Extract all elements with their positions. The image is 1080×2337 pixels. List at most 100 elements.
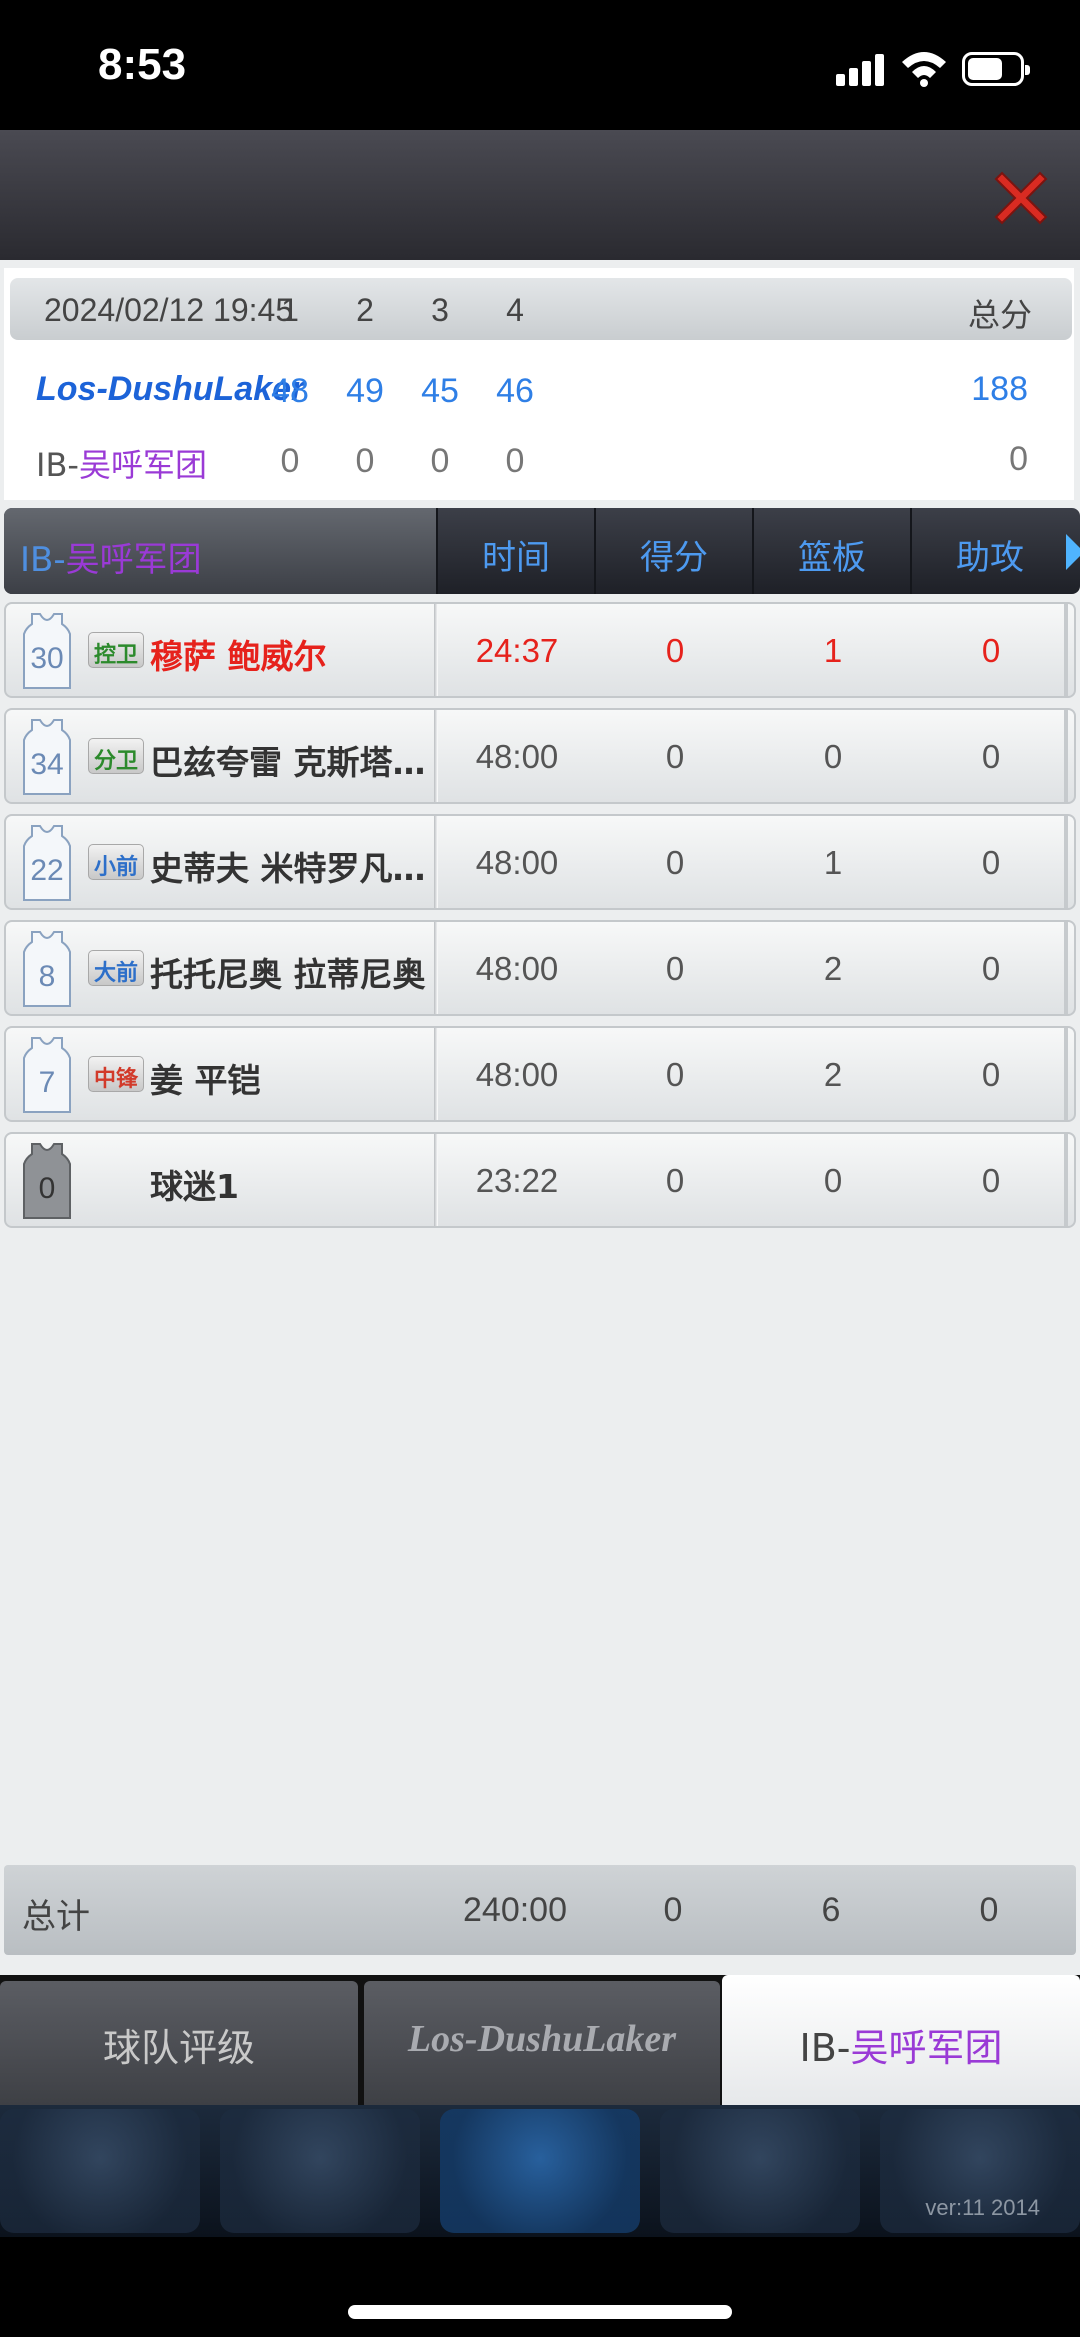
tab-team-a[interactable]: Los-DushuLaker	[364, 1981, 720, 2105]
bottom-navigation: ver:11 2014	[0, 2105, 1080, 2237]
quarter-score: 0	[430, 442, 450, 480]
quarter-score: 0	[280, 442, 300, 480]
battery-icon	[962, 52, 1030, 86]
player-name: 球迷1	[150, 1167, 239, 1206]
team-b-name-text: 吴呼军团	[78, 446, 207, 484]
player-points: 0	[665, 950, 685, 987]
row-edge	[1064, 604, 1068, 696]
quarter-score: 46	[496, 372, 534, 410]
column-header-points[interactable]: 得分	[594, 508, 752, 594]
player-time: 23:22	[475, 1162, 559, 1199]
status-bar: 8:53	[0, 0, 1080, 130]
total-rebounds: 6	[821, 1891, 841, 1929]
quarter-score: 48	[271, 372, 309, 410]
table-team-name-text: 吴呼军团	[65, 540, 202, 580]
table-row[interactable]: 7 中锋 姜 平铠 48:00 0 2 0	[4, 1026, 1076, 1122]
team-b-name: IB-吴呼军团	[36, 440, 207, 486]
home-indicator[interactable]	[348, 2305, 732, 2319]
total-assists: 0	[979, 1891, 999, 1929]
player-table-header: IB-吴呼军团 时间 得分 篮板 助攻	[4, 508, 1080, 594]
table-row[interactable]: 22 小前 史蒂夫 米特罗凡... 48:00 0 1 0	[4, 814, 1076, 910]
nav-star-icon[interactable]	[0, 2109, 200, 2233]
player-rebounds: 0	[823, 1162, 843, 1199]
column-header-time[interactable]: 时间	[436, 508, 594, 594]
nav-shop-icon[interactable]	[220, 2109, 420, 2233]
player-rebounds: 1	[823, 632, 843, 669]
team-b-score-row: IB-吴呼军团 0 0 0 0 0	[10, 428, 1072, 498]
tab-team-b-name: 吴呼军团	[850, 2026, 1003, 2070]
game-stats-panel: 2024/02/12 19:45 1 2 3 4 总分 Los-DushuLak…	[0, 260, 1080, 1975]
quarter-score: 0	[355, 442, 375, 480]
team-a-score-row: Los-DushuLaker 48 49 45 46 188	[10, 358, 1072, 428]
table-row[interactable]: 30 控卫 穆萨 鲍威尔 24:37 0 1 0	[4, 602, 1076, 698]
totals-row: 总计 240:00 0 6 0	[4, 1865, 1076, 1955]
player-time: 48:00	[475, 738, 559, 775]
quarter-score: 45	[421, 372, 459, 410]
jersey-number: 34	[30, 748, 64, 781]
player-assists: 0	[981, 844, 1001, 881]
wifi-icon	[902, 52, 946, 87]
player-rebounds: 2	[823, 1056, 843, 1093]
tab-team-rating[interactable]: 球队评级	[0, 1981, 358, 2105]
table-team-name: IB-吴呼军团	[4, 508, 436, 594]
tab-team-b-prefix: IB-	[799, 2026, 851, 2070]
total-points: 0	[663, 1891, 683, 1929]
quarter-score: 0	[505, 442, 525, 480]
player-time: 48:00	[475, 844, 559, 881]
jersey-number: 7	[38, 1066, 56, 1099]
bottom-tabs: 球队评级 Los-DushuLaker IB-吴呼军团	[0, 1975, 1080, 2105]
player-points: 0	[665, 738, 685, 775]
quarter-label: 2	[356, 292, 374, 328]
player-name: 姜 平铠	[150, 1061, 261, 1100]
table-row[interactable]: 0 球迷1 23:22 0 0 0	[4, 1132, 1076, 1228]
row-edge	[1064, 816, 1068, 908]
player-name: 穆萨 鲍威尔	[150, 637, 327, 676]
team-b-total: 0	[1009, 440, 1028, 478]
player-points: 0	[665, 1162, 685, 1199]
nav-social-icon[interactable]	[660, 2109, 860, 2233]
jersey-number: 22	[30, 854, 64, 887]
player-rebounds: 0	[823, 738, 843, 775]
totals-label: 总计	[22, 1897, 90, 1937]
player-name: 巴兹夸雷 克斯塔...	[150, 743, 430, 782]
row-edge	[1064, 922, 1068, 1014]
position-badge: 大前	[88, 950, 144, 986]
jersey-number: 30	[30, 642, 64, 675]
scoreboard-header: 2024/02/12 19:45 1 2 3 4 总分	[10, 278, 1072, 340]
player-points: 0	[665, 632, 685, 669]
cellular-signal-icon	[836, 52, 886, 86]
position-badge: 分卫	[88, 738, 144, 774]
total-time: 240:00	[463, 1891, 567, 1929]
position-badge: 小前	[88, 844, 144, 880]
player-name: 史蒂夫 米特罗凡...	[150, 849, 430, 888]
top-bar	[0, 130, 1080, 260]
version-label: ver:11 2014	[925, 2195, 1040, 2220]
player-assists: 0	[981, 738, 1001, 775]
scoreboard: 2024/02/12 19:45 1 2 3 4 总分 Los-DushuLak…	[4, 268, 1074, 500]
column-header-rebounds[interactable]: 篮板	[752, 508, 910, 594]
player-rebounds: 2	[823, 950, 843, 987]
row-edge	[1064, 710, 1068, 802]
player-points: 0	[665, 1056, 685, 1093]
player-assists: 0	[981, 950, 1001, 987]
position-badge: 控卫	[88, 632, 144, 668]
player-assists: 0	[981, 632, 1001, 669]
team-b-prefix: IB-	[36, 446, 79, 484]
player-assists: 0	[981, 1162, 1001, 1199]
team-a-total: 188	[971, 370, 1028, 408]
close-icon[interactable]	[988, 165, 1054, 231]
row-edge	[1064, 1028, 1068, 1120]
status-time: 8:53	[98, 40, 187, 89]
table-row[interactable]: 34 分卫 巴兹夸雷 克斯塔... 48:00 0 0 0	[4, 708, 1076, 804]
home-indicator-area	[0, 2237, 1080, 2337]
jersey-number: 8	[38, 960, 56, 993]
column-header-assists[interactable]: 助攻	[910, 508, 1068, 594]
player-points: 0	[665, 844, 685, 881]
table-team-prefix: IB-	[20, 540, 66, 580]
position-badge: 中锋	[88, 1056, 144, 1092]
player-time: 48:00	[475, 1056, 559, 1093]
nav-home-icon[interactable]	[440, 2109, 640, 2233]
tab-team-b[interactable]: IB-吴呼军团	[722, 1975, 1080, 2105]
scroll-right-arrow-icon[interactable]	[1066, 534, 1080, 570]
table-row[interactable]: 8 大前 托托尼奥 拉蒂尼奥 48:00 0 2 0	[4, 920, 1076, 1016]
